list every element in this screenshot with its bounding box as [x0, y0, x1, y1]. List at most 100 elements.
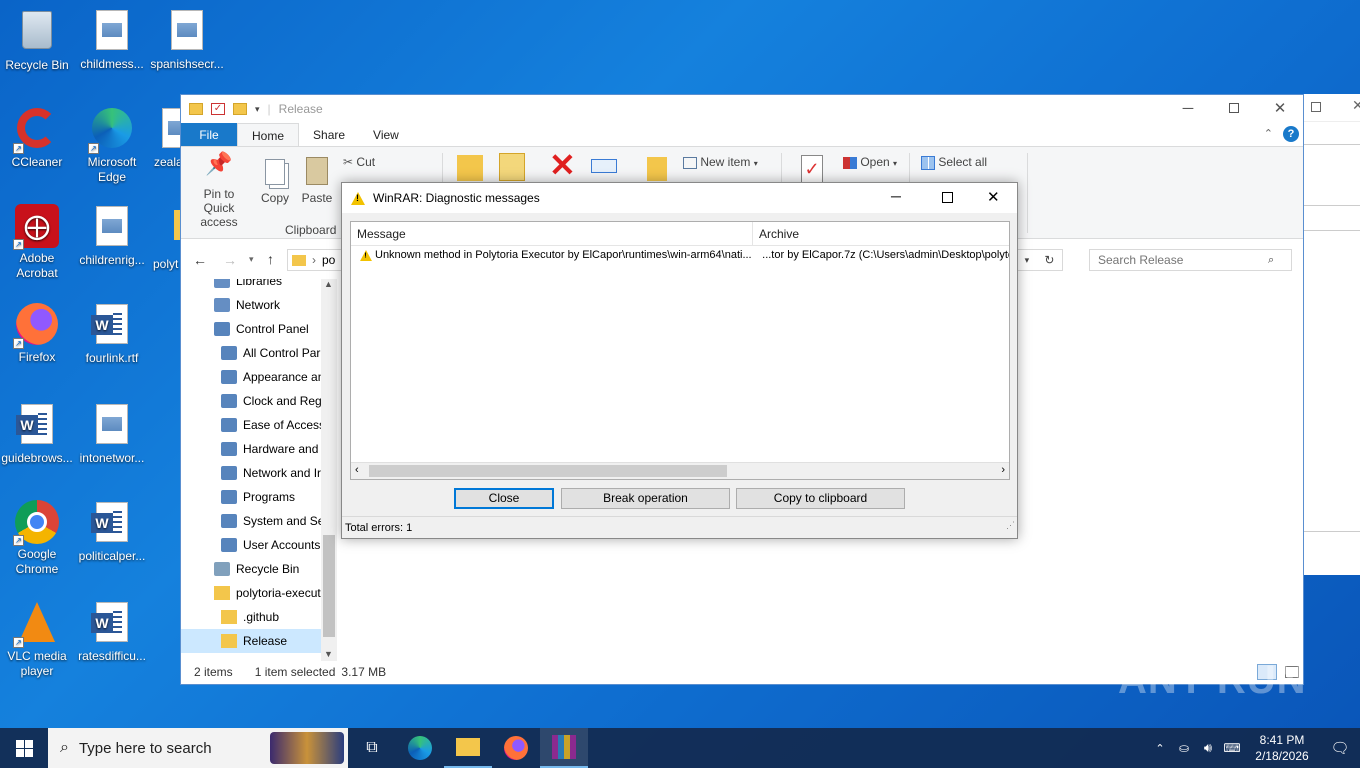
nav-item-programs[interactable]: Programs — [181, 485, 337, 509]
resize-grip-icon[interactable]: ⋰ — [1006, 514, 1015, 536]
pin-to-quick-access-button[interactable]: 📌 Pin to Quick access — [187, 153, 251, 230]
recent-locations-icon[interactable]: ▾ — [249, 254, 254, 265]
nav-item-control-panel[interactable]: Control Panel — [181, 317, 337, 341]
nav-item-clock-and-region[interactable]: Clock and Regi — [181, 389, 337, 413]
cut-button[interactable]: ✂ Cut — [343, 155, 375, 169]
forward-icon[interactable]: → — [223, 252, 237, 268]
nav-scrollbar[interactable]: ▲ ▼ — [321, 279, 337, 661]
scroll-thumb[interactable] — [323, 535, 335, 637]
scroll-thumb[interactable] — [369, 465, 727, 477]
scroll-right-icon[interactable]: › — [1001, 464, 1005, 476]
copy-to-clipboard-button[interactable]: Copy to clipboard — [736, 488, 905, 509]
address-dropdown-icon[interactable]: ▾ — [1025, 255, 1030, 266]
desktop-icon-zeala[interactable]: zeala — [150, 106, 180, 170]
desktop-icon-guidebrows[interactable]: W guidebrows... — [0, 402, 74, 466]
nav-item-ease-of-access[interactable]: Ease of Access — [181, 413, 337, 437]
help-icon[interactable]: ? — [1283, 126, 1299, 142]
collapse-ribbon-icon[interactable]: ⌃ — [1264, 127, 1273, 140]
properties-icon[interactable]: ✓ — [211, 103, 225, 115]
desktop-icon-politicalper[interactable]: W politicalper... — [75, 500, 149, 564]
scroll-left-icon[interactable]: ‹ — [355, 464, 359, 476]
column-header-message[interactable]: Message — [351, 222, 753, 245]
desktop-icon-acrobat[interactable]: ⨁ ↗ Adobe Acrobat — [0, 204, 74, 281]
minimize-button[interactable]: ─ — [1165, 95, 1211, 123]
nav-item-system-and-security[interactable]: System and Sec — [181, 509, 337, 533]
diagnostic-messages-list[interactable]: Message Archive Unknown method in Polyto… — [350, 221, 1010, 480]
select-all-button[interactable]: Select all — [921, 155, 987, 170]
quick-access-dropdown-icon[interactable]: ▾ — [255, 104, 260, 115]
nav-item-all-control-panel[interactable]: All Control Par — [181, 341, 337, 365]
dialog-maximize-button[interactable] — [942, 192, 953, 203]
column-header-archive[interactable]: Archive — [753, 222, 799, 245]
desktop-icon-chrome[interactable]: ↗ Google Chrome — [0, 500, 74, 577]
start-button[interactable] — [0, 728, 48, 768]
tab-home[interactable]: Home — [237, 123, 300, 146]
nav-item-appearance[interactable]: Appearance an — [181, 365, 337, 389]
close-button[interactable]: Close — [454, 488, 554, 509]
desktop-icon-firefox[interactable]: ↗ Firefox — [0, 302, 74, 365]
back-icon[interactable]: ← — [193, 252, 207, 268]
desktop-icon-childmess[interactable]: childmess... — [75, 8, 149, 72]
taskbar-firefox[interactable] — [492, 728, 540, 768]
desktop-icon-edge[interactable]: ↗ Microsoft Edge — [75, 106, 149, 185]
tab-file[interactable]: File — [181, 123, 237, 146]
search-box[interactable]: ⌕ — [1089, 249, 1292, 271]
volume-icon[interactable]: 🔊︎ — [1196, 740, 1220, 756]
nav-item-polytoria-executor[interactable]: polytoria-execut — [181, 581, 337, 605]
explorer-titlebar[interactable]: ✓ ▾ | Release ─ ✕ — [181, 95, 1303, 123]
dialog-minimize-button[interactable]: ─ — [891, 188, 901, 204]
show-hidden-icons-icon[interactable]: ⌃ — [1148, 742, 1172, 755]
nav-item-recycle-bin[interactable]: Recycle Bin — [181, 557, 337, 581]
taskbar-edge[interactable] — [396, 728, 444, 768]
nav-item-hardware[interactable]: Hardware and — [181, 437, 337, 461]
task-view-button[interactable]: ⧉ — [348, 728, 396, 768]
address-bar[interactable]: › po — [287, 249, 343, 271]
list-item[interactable]: Unknown method in Polytoria Executor by … — [351, 246, 1009, 264]
properties-icon[interactable]: ✓ — [801, 155, 823, 183]
horizontal-scrollbar[interactable]: ‹ › — [351, 462, 1009, 479]
new-folder-icon[interactable] — [233, 103, 247, 115]
nav-item-user-accounts[interactable]: User Accounts — [181, 533, 337, 557]
paste-button[interactable]: Paste — [299, 157, 335, 205]
move-to-icon[interactable] — [457, 155, 483, 181]
background-window[interactable]: ✕ — [1303, 94, 1360, 575]
delete-icon[interactable]: ✕ — [549, 149, 576, 181]
new-folder-icon[interactable] — [647, 157, 667, 181]
dialog-close-button[interactable]: ✕ — [987, 188, 1000, 206]
copy-to-icon[interactable] — [499, 153, 525, 181]
desktop-icon-polyt[interactable]: polyt — [150, 204, 180, 272]
taskbar-search-box[interactable]: ⌕ Type here to search — [48, 728, 348, 768]
input-indicator-icon[interactable]: ⌨ — [1220, 741, 1244, 755]
dialog-titlebar[interactable]: WinRAR: Diagnostic messages ─ ✕ — [342, 183, 1017, 213]
refresh-icon[interactable]: ↻ — [1044, 253, 1054, 267]
scroll-down-icon[interactable]: ▼ — [324, 649, 333, 659]
desktop-icon-childrenrig[interactable]: childrenrig... — [75, 204, 149, 268]
nav-item-release[interactable]: Release — [181, 629, 337, 653]
taskbar-winrar[interactable] — [540, 728, 588, 768]
copy-button[interactable]: Copy — [257, 157, 293, 205]
maximize-icon[interactable] — [1311, 102, 1321, 112]
search-input[interactable] — [1098, 253, 1268, 267]
winrar-diagnostic-dialog[interactable]: WinRAR: Diagnostic messages ─ ✕ Message … — [341, 182, 1018, 539]
desktop-icon-ccleaner[interactable]: ↗ CCleaner — [0, 106, 74, 170]
desktop-icon-intonetwor[interactable]: intonetwor... — [75, 402, 149, 466]
taskbar-file-explorer[interactable] — [444, 728, 492, 768]
maximize-button[interactable] — [1211, 95, 1257, 123]
desktop-icon-ratesdifficu[interactable]: W ratesdifficu... — [75, 600, 149, 664]
nav-item-network-and-internet[interactable]: Network and Ir — [181, 461, 337, 485]
network-icon[interactable]: ⛀ — [1172, 741, 1196, 755]
close-icon[interactable]: ✕ — [1352, 97, 1360, 114]
tab-view[interactable]: View — [359, 123, 413, 146]
open-button[interactable]: Open ▾ — [843, 155, 897, 171]
clock[interactable]: 8:41 PM 2/18/2026 — [1244, 732, 1320, 764]
desktop-icon-spanishsecr[interactable]: spanishsecr... — [150, 8, 224, 72]
nav-item-network[interactable]: Network — [181, 293, 337, 317]
desktop-icon-fourlink[interactable]: W fourlink.rtf — [75, 302, 149, 366]
scroll-up-icon[interactable]: ▲ — [324, 279, 333, 289]
break-operation-button[interactable]: Break operation — [561, 488, 730, 509]
desktop-icon-recycle-bin[interactable]: Recycle Bin — [0, 8, 74, 73]
tab-share[interactable]: Share — [299, 123, 359, 146]
up-icon[interactable]: ↑ — [267, 251, 274, 267]
nav-item-libraries[interactable]: Libraries — [181, 279, 337, 293]
nav-item-github[interactable]: .github — [181, 605, 337, 629]
